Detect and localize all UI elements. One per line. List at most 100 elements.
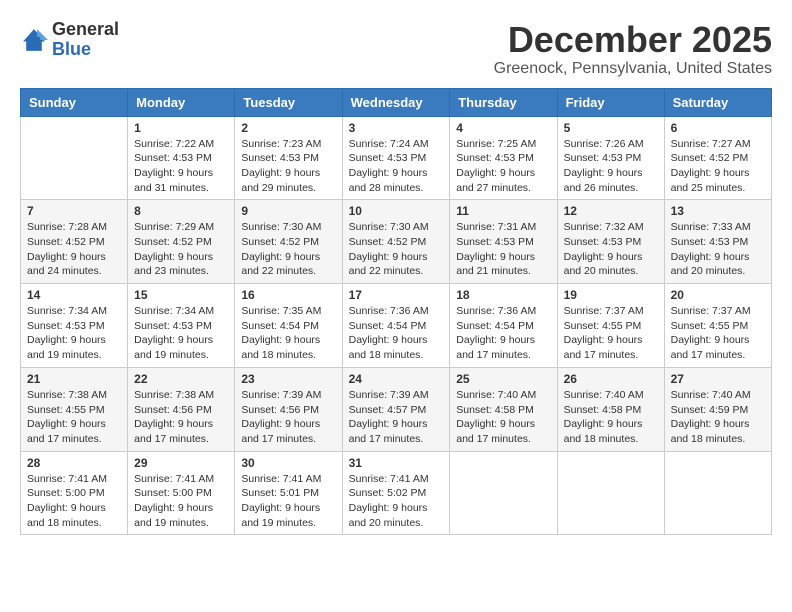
daylight-text: Daylight: 9 hours and 27 minutes. [456, 167, 535, 194]
logo-general-text: General [52, 20, 119, 40]
sunrise-text: Sunrise: 7:40 AM [456, 389, 536, 401]
sunrise-text: Sunrise: 7:24 AM [349, 138, 429, 150]
calendar-cell: 3 Sunrise: 7:24 AM Sunset: 4:53 PM Dayli… [342, 116, 450, 200]
sunset-text: Sunset: 5:01 PM [241, 487, 319, 499]
calendar-cell: 11 Sunrise: 7:31 AM Sunset: 4:53 PM Dayl… [450, 200, 557, 284]
day-info: Sunrise: 7:24 AM Sunset: 4:53 PM Dayligh… [349, 137, 444, 196]
sunrise-text: Sunrise: 7:23 AM [241, 138, 321, 150]
calendar-cell: 2 Sunrise: 7:23 AM Sunset: 4:53 PM Dayli… [235, 116, 342, 200]
calendar-table: SundayMondayTuesdayWednesdayThursdayFrid… [20, 88, 772, 536]
sunset-text: Sunset: 4:56 PM [241, 404, 319, 416]
day-info: Sunrise: 7:38 AM Sunset: 4:56 PM Dayligh… [134, 388, 228, 447]
title-section: December 2025 Greenock, Pennsylvania, Un… [494, 20, 772, 78]
daylight-text: Daylight: 9 hours and 19 minutes. [134, 502, 213, 529]
day-number: 7 [27, 204, 121, 218]
day-info: Sunrise: 7:27 AM Sunset: 4:52 PM Dayligh… [671, 137, 765, 196]
day-number: 11 [456, 204, 550, 218]
sunrise-text: Sunrise: 7:41 AM [134, 473, 214, 485]
day-info: Sunrise: 7:29 AM Sunset: 4:52 PM Dayligh… [134, 220, 228, 279]
day-number: 6 [671, 121, 765, 135]
day-number: 31 [349, 456, 444, 470]
sunset-text: Sunset: 4:56 PM [134, 404, 212, 416]
sunrise-text: Sunrise: 7:27 AM [671, 138, 751, 150]
sunset-text: Sunset: 4:53 PM [349, 152, 427, 164]
day-number: 1 [134, 121, 228, 135]
daylight-text: Daylight: 9 hours and 23 minutes. [134, 251, 213, 278]
calendar-week-row: 14 Sunrise: 7:34 AM Sunset: 4:53 PM Dayl… [21, 284, 772, 368]
sunrise-text: Sunrise: 7:36 AM [349, 305, 429, 317]
day-info: Sunrise: 7:32 AM Sunset: 4:53 PM Dayligh… [564, 220, 658, 279]
sunset-text: Sunset: 4:52 PM [671, 152, 749, 164]
sunrise-text: Sunrise: 7:30 AM [241, 221, 321, 233]
day-info: Sunrise: 7:30 AM Sunset: 4:52 PM Dayligh… [349, 220, 444, 279]
day-info: Sunrise: 7:40 AM Sunset: 4:59 PM Dayligh… [671, 388, 765, 447]
calendar-cell [664, 451, 771, 535]
sunset-text: Sunset: 4:57 PM [349, 404, 427, 416]
day-info: Sunrise: 7:36 AM Sunset: 4:54 PM Dayligh… [456, 304, 550, 363]
sunset-text: Sunset: 4:55 PM [27, 404, 105, 416]
day-number: 25 [456, 372, 550, 386]
calendar-cell: 12 Sunrise: 7:32 AM Sunset: 4:53 PM Dayl… [557, 200, 664, 284]
daylight-text: Daylight: 9 hours and 31 minutes. [134, 167, 213, 194]
daylight-text: Daylight: 9 hours and 18 minutes. [564, 418, 643, 445]
sunset-text: Sunset: 4:54 PM [456, 320, 534, 332]
sunset-text: Sunset: 5:02 PM [349, 487, 427, 499]
calendar-cell: 19 Sunrise: 7:37 AM Sunset: 4:55 PM Dayl… [557, 284, 664, 368]
calendar-cell [557, 451, 664, 535]
calendar-cell: 13 Sunrise: 7:33 AM Sunset: 4:53 PM Dayl… [664, 200, 771, 284]
daylight-text: Daylight: 9 hours and 18 minutes. [671, 418, 750, 445]
daylight-text: Daylight: 9 hours and 20 minutes. [349, 502, 428, 529]
sunset-text: Sunset: 4:58 PM [456, 404, 534, 416]
calendar-cell: 14 Sunrise: 7:34 AM Sunset: 4:53 PM Dayl… [21, 284, 128, 368]
calendar-cell: 9 Sunrise: 7:30 AM Sunset: 4:52 PM Dayli… [235, 200, 342, 284]
calendar-cell [450, 451, 557, 535]
sunset-text: Sunset: 4:53 PM [564, 152, 642, 164]
col-header-sunday: Sunday [21, 88, 128, 116]
sunset-text: Sunset: 4:52 PM [241, 236, 319, 248]
sunset-text: Sunset: 4:54 PM [349, 320, 427, 332]
col-header-wednesday: Wednesday [342, 88, 450, 116]
sunrise-text: Sunrise: 7:31 AM [456, 221, 536, 233]
calendar-cell: 31 Sunrise: 7:41 AM Sunset: 5:02 PM Dayl… [342, 451, 450, 535]
day-number: 30 [241, 456, 335, 470]
daylight-text: Daylight: 9 hours and 18 minutes. [27, 502, 106, 529]
daylight-text: Daylight: 9 hours and 17 minutes. [564, 334, 643, 361]
sunset-text: Sunset: 5:00 PM [27, 487, 105, 499]
day-number: 27 [671, 372, 765, 386]
day-info: Sunrise: 7:31 AM Sunset: 4:53 PM Dayligh… [456, 220, 550, 279]
daylight-text: Daylight: 9 hours and 17 minutes. [671, 334, 750, 361]
calendar-cell: 5 Sunrise: 7:26 AM Sunset: 4:53 PM Dayli… [557, 116, 664, 200]
daylight-text: Daylight: 9 hours and 28 minutes. [349, 167, 428, 194]
calendar-week-row: 28 Sunrise: 7:41 AM Sunset: 5:00 PM Dayl… [21, 451, 772, 535]
day-info: Sunrise: 7:41 AM Sunset: 5:00 PM Dayligh… [134, 472, 228, 531]
sunset-text: Sunset: 4:53 PM [134, 320, 212, 332]
calendar-cell: 24 Sunrise: 7:39 AM Sunset: 4:57 PM Dayl… [342, 367, 450, 451]
sunrise-text: Sunrise: 7:38 AM [134, 389, 214, 401]
sunrise-text: Sunrise: 7:33 AM [671, 221, 751, 233]
calendar-cell: 22 Sunrise: 7:38 AM Sunset: 4:56 PM Dayl… [128, 367, 235, 451]
day-number: 5 [564, 121, 658, 135]
day-info: Sunrise: 7:23 AM Sunset: 4:53 PM Dayligh… [241, 137, 335, 196]
day-info: Sunrise: 7:41 AM Sunset: 5:02 PM Dayligh… [349, 472, 444, 531]
calendar-cell: 21 Sunrise: 7:38 AM Sunset: 4:55 PM Dayl… [21, 367, 128, 451]
sunrise-text: Sunrise: 7:40 AM [671, 389, 751, 401]
sunset-text: Sunset: 4:58 PM [564, 404, 642, 416]
sunset-text: Sunset: 5:00 PM [134, 487, 212, 499]
col-header-friday: Friday [557, 88, 664, 116]
daylight-text: Daylight: 9 hours and 17 minutes. [349, 418, 428, 445]
sunrise-text: Sunrise: 7:41 AM [241, 473, 321, 485]
sunrise-text: Sunrise: 7:26 AM [564, 138, 644, 150]
sunset-text: Sunset: 4:53 PM [564, 236, 642, 248]
daylight-text: Daylight: 9 hours and 17 minutes. [456, 418, 535, 445]
day-number: 23 [241, 372, 335, 386]
calendar-cell: 10 Sunrise: 7:30 AM Sunset: 4:52 PM Dayl… [342, 200, 450, 284]
sunrise-text: Sunrise: 7:37 AM [564, 305, 644, 317]
col-header-monday: Monday [128, 88, 235, 116]
sunrise-text: Sunrise: 7:29 AM [134, 221, 214, 233]
col-header-thursday: Thursday [450, 88, 557, 116]
sunrise-text: Sunrise: 7:25 AM [456, 138, 536, 150]
logo: General Blue [20, 20, 119, 60]
day-info: Sunrise: 7:26 AM Sunset: 4:53 PM Dayligh… [564, 137, 658, 196]
calendar-week-row: 1 Sunrise: 7:22 AM Sunset: 4:53 PM Dayli… [21, 116, 772, 200]
calendar-cell: 4 Sunrise: 7:25 AM Sunset: 4:53 PM Dayli… [450, 116, 557, 200]
